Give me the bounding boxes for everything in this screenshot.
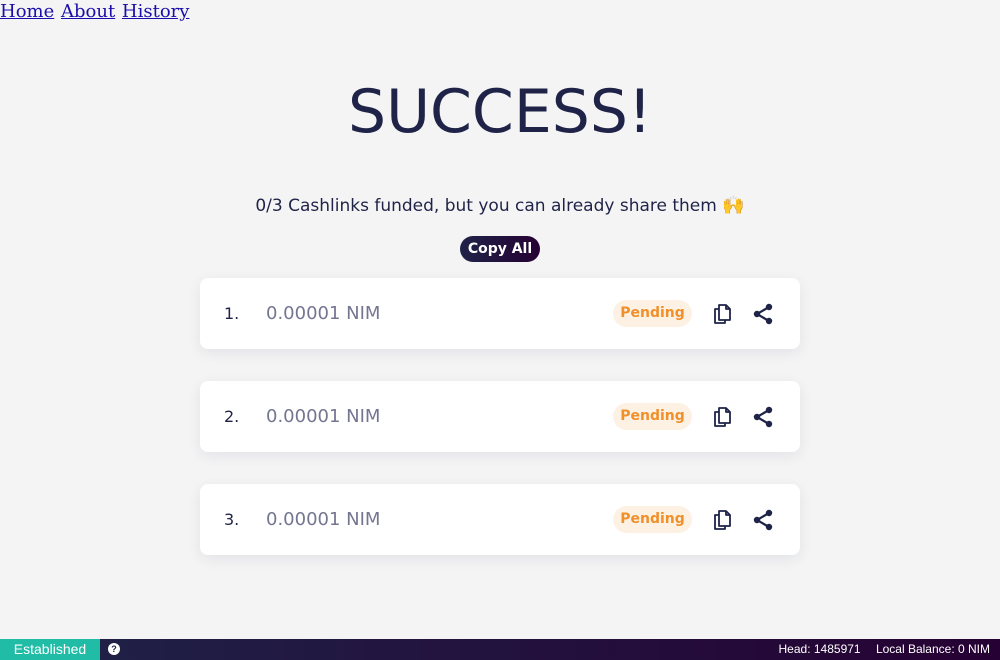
- cashlink-index: 1.: [224, 304, 240, 323]
- share-icon[interactable]: [751, 508, 775, 532]
- cashlink-amount: 0.00001 NIM: [266, 303, 381, 324]
- page-title: SUCCESS!: [348, 77, 652, 147]
- copy-all-button[interactable]: Copy All: [460, 236, 540, 262]
- top-nav: Home About History: [0, 0, 190, 24]
- copy-icon[interactable]: [710, 508, 734, 532]
- status-badge: Pending: [613, 506, 692, 533]
- copy-icon[interactable]: [710, 302, 734, 326]
- status-badge: Pending: [613, 300, 692, 327]
- cashlink-amount: 0.00001 NIM: [266, 509, 381, 530]
- status-badge: Pending: [613, 403, 692, 430]
- cashlink-index: 2.: [224, 407, 240, 426]
- help-icon[interactable]: ?: [108, 643, 120, 655]
- local-balance: Local Balance: 0 NIM: [875, 642, 990, 656]
- block-head: Head: 1485971: [778, 642, 861, 656]
- nav-link-about[interactable]: About: [61, 1, 115, 22]
- cashlink-card: 3. 0.00001 NIM Pending: [200, 484, 800, 555]
- cashlink-index: 3.: [224, 510, 240, 529]
- nav-link-home[interactable]: Home: [0, 1, 54, 22]
- nav-link-history[interactable]: History: [122, 1, 190, 22]
- funding-status-text: 0/3 Cashlinks funded, but you can alread…: [0, 194, 1000, 218]
- cashlink-card: 1. 0.00001 NIM Pending: [200, 278, 800, 349]
- connection-status: Established: [0, 639, 100, 660]
- chain-info: Head: 1485971 Local Balance: 0 NIM: [767, 639, 990, 660]
- funding-status-label: 0/3 Cashlinks funded, but you can alread…: [255, 196, 717, 216]
- copy-icon[interactable]: [710, 405, 734, 429]
- cashlink-card: 2. 0.00001 NIM Pending: [200, 381, 800, 452]
- cashlink-amount: 0.00001 NIM: [266, 406, 381, 427]
- network-status-bar: Established ? Head: 1485971 Local Balanc…: [0, 639, 1000, 660]
- share-icon[interactable]: [751, 405, 775, 429]
- share-icon[interactable]: [751, 302, 775, 326]
- raised-hands-icon: 🙌: [722, 195, 745, 216]
